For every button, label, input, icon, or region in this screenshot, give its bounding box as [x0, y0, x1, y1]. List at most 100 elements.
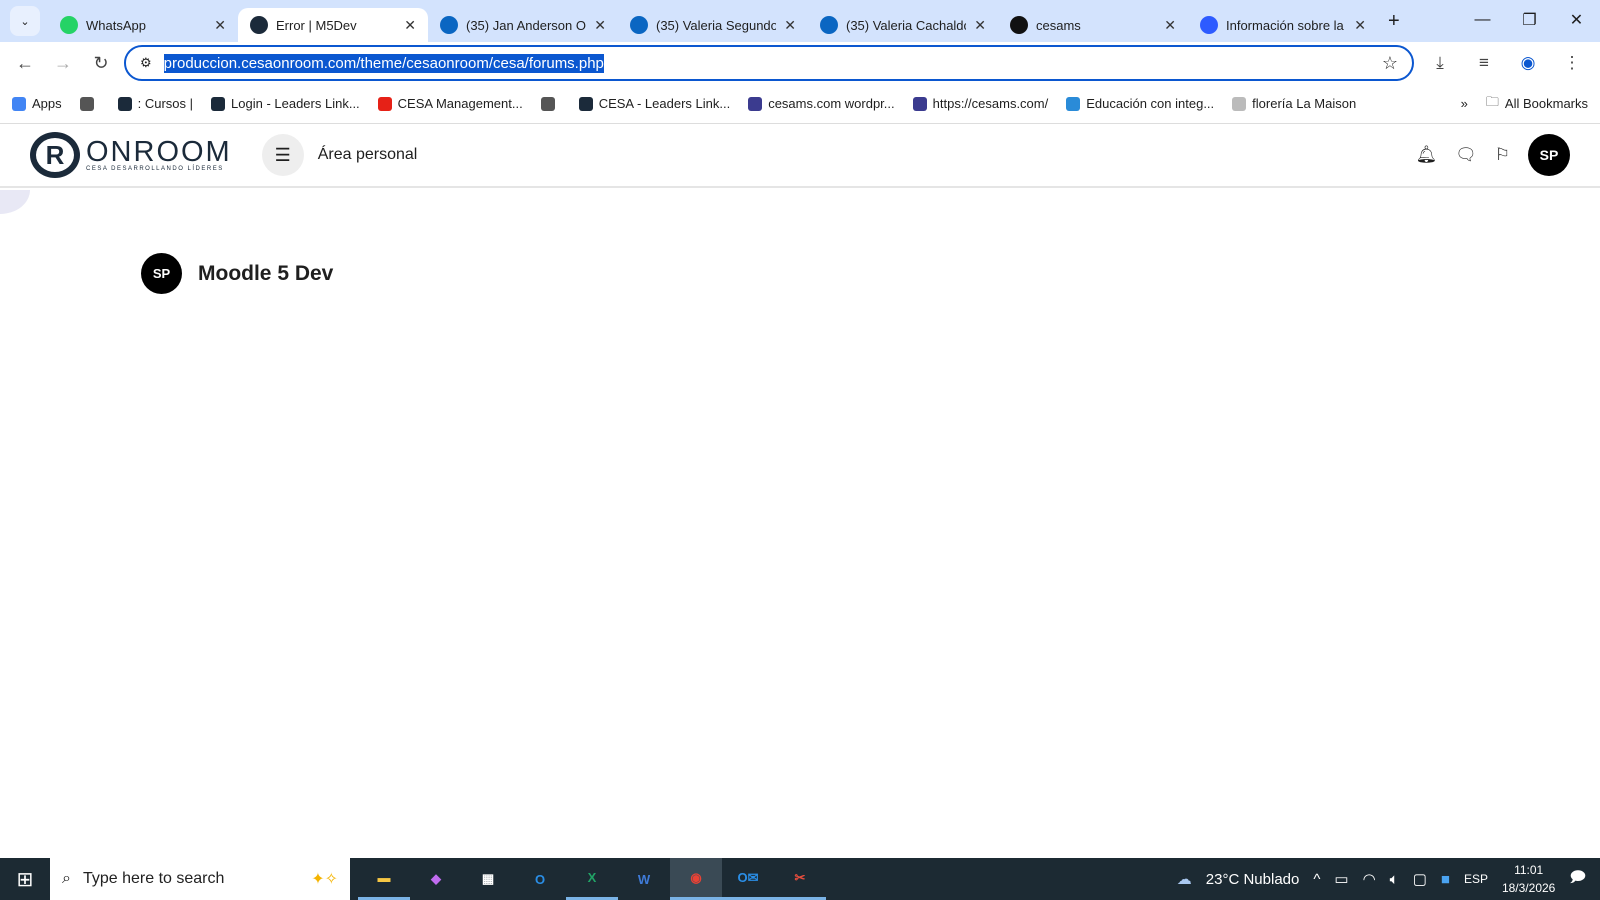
folder-icon: 🗀	[1485, 93, 1499, 109]
tab-6[interactable]: Información sobre la ✕	[1188, 8, 1378, 42]
bookmark-item[interactable]: Educación con integ...	[1066, 96, 1214, 111]
bookmark-label: CESA - Leaders Link...	[598, 96, 731, 111]
media-control-icon[interactable]: ≡	[1466, 53, 1502, 73]
bookmark-item[interactable]: CESA - Leaders Link...	[578, 96, 731, 111]
address-bar[interactable]: ⚙ produccion.cesaonroom.com/theme/cesaon…	[124, 45, 1414, 81]
volume-icon[interactable]: 🔈︎	[1390, 871, 1399, 888]
bookmark-label: florería La Maison	[1252, 96, 1357, 111]
close-tab-icon[interactable]: ✕	[214, 17, 226, 34]
back-button[interactable]: ←	[10, 53, 40, 74]
onroom-icon	[250, 16, 268, 34]
windows-start-icon[interactable]: ⊞	[0, 867, 50, 892]
weather-text[interactable]: 23°C Nublado	[1206, 871, 1300, 888]
tab-title: cesams	[1036, 17, 1081, 33]
bookmark-item[interactable]	[540, 96, 561, 111]
tab-search-button[interactable]: ⌄	[10, 6, 40, 36]
onroom-logo[interactable]: R ONROOM CESA DESARROLLANDO LÍDERES	[30, 132, 232, 178]
clock[interactable]: 11:01 18/3/2026	[1502, 861, 1555, 897]
menu-icon[interactable]: ⋮	[1554, 53, 1590, 73]
avatar: SP	[141, 253, 182, 294]
close-tab-icon[interactable]: ✕	[1354, 17, 1366, 34]
tab-0[interactable]: WhatsApp ✕	[48, 8, 238, 42]
word-icon[interactable]: W	[618, 858, 670, 900]
tab-title: (35) Valeria Cachaldo	[846, 17, 967, 33]
new-tab-button[interactable]: +	[1388, 10, 1400, 33]
bookmark-item[interactable]: cesams.com wordpr...	[748, 96, 895, 111]
bookmark-item[interactable]: https://cesams.com/	[912, 96, 1048, 111]
linkedin-icon	[820, 16, 838, 34]
excel-icon[interactable]: X	[566, 858, 618, 900]
icloud-icon[interactable]: ■	[1441, 871, 1450, 888]
bookmark-star-icon[interactable]: ☆	[1382, 53, 1398, 74]
cloud-weather-icon: ☁	[1176, 871, 1192, 888]
bookmark-favicon-icon	[117, 96, 132, 111]
bookmark-favicon-icon	[540, 96, 555, 111]
tab-2[interactable]: (35) Jan Anderson Oc ✕	[428, 8, 618, 42]
camera-icon[interactable]: ▢	[1413, 870, 1427, 888]
bookmark-label: cesams.com wordpr...	[768, 96, 895, 111]
file-explorer-icon[interactable]: ▬	[358, 858, 410, 900]
outlook-icon[interactable]: O	[514, 858, 566, 900]
site-settings-icon[interactable]: ⚙	[140, 55, 152, 71]
tab-strip: ⌄ WhatsApp ✕ Error | M5Dev ✕ (35) Jan Anders…	[0, 0, 1600, 42]
chrome-icon[interactable]: ◉	[670, 858, 722, 900]
tab-3[interactable]: (35) Valeria Segundo ✕	[618, 8, 808, 42]
tab-title: Información sobre la	[1226, 17, 1344, 33]
drawer-toggle-button[interactable]: ☰	[261, 134, 304, 176]
user-avatar[interactable]: SP	[1528, 134, 1570, 176]
bookmark-item[interactable]	[79, 96, 100, 111]
tab-1[interactable]: Error | M5Dev ✕	[238, 8, 428, 42]
close-window-button[interactable]: ✕	[1553, 0, 1600, 40]
bookmark-favicon-icon	[1232, 96, 1247, 111]
tab-title: WhatsApp	[86, 17, 146, 33]
close-tab-icon[interactable]: ✕	[404, 17, 416, 34]
download-icon[interactable]: ⤓	[1422, 53, 1458, 73]
language-indicator[interactable]: ESP	[1464, 872, 1488, 886]
profile-icon[interactable]: ◉	[1510, 53, 1546, 73]
battery-icon[interactable]: ▭	[1334, 870, 1348, 888]
more-bookmarks-icon[interactable]: »	[1461, 96, 1468, 111]
bookmark-favicon-icon	[12, 96, 26, 111]
close-tab-icon[interactable]: ✕	[784, 17, 796, 34]
all-bookmarks[interactable]: 🗀 All Bookmarks	[1486, 93, 1588, 115]
url-text[interactable]: produccion.cesaonroom.com/theme/cesaonro…	[163, 53, 604, 73]
copilot-sparkle-icon: ✦✧	[311, 871, 338, 888]
bookmark-label: Apps	[32, 96, 62, 111]
taskbar-search[interactable]: ⌕ Type here to search ✦✧	[50, 858, 350, 900]
search-icon: ⌕	[62, 870, 71, 887]
notifications-bell-icon[interactable]: 🔔︎	[1416, 145, 1438, 165]
store-icon[interactable]: ▦	[462, 858, 514, 900]
bookmark-item[interactable]: CESA Management...	[377, 96, 523, 111]
bookmark-label: Login - Leaders Link...	[231, 96, 360, 111]
tab-5[interactable]: cesams ✕	[998, 8, 1188, 42]
notification-center-icon[interactable]: 🗩	[1569, 867, 1586, 892]
outlook-new-icon[interactable]: O✉	[722, 858, 774, 900]
linkedin-icon	[630, 16, 648, 34]
flag-icon[interactable]: ⚐	[1495, 145, 1510, 165]
copilot-icon[interactable]: ◆	[410, 858, 462, 900]
bookmark-item[interactable]: Login - Leaders Link...	[211, 96, 360, 111]
snipping-tool-icon[interactable]: ✂	[774, 858, 826, 900]
user-heading: SP Moodle 5 Dev	[141, 253, 333, 294]
tab-title: Error | M5Dev	[276, 17, 357, 33]
bookmark-item[interactable]: : Cursos |	[117, 96, 193, 111]
bookmark-favicon-icon	[79, 96, 94, 111]
bookmark-favicon-icon	[578, 96, 593, 111]
wifi-icon[interactable]: ◠	[1363, 870, 1376, 888]
tab-4[interactable]: (35) Valeria Cachaldo ✕	[808, 8, 998, 42]
bookmark-item[interactable]: florería La Maison	[1232, 96, 1356, 111]
messages-icon[interactable]: 🗨	[1455, 145, 1477, 165]
close-tab-icon[interactable]: ✕	[594, 17, 606, 34]
moodle-header: R ONROOM CESA DESARROLLANDO LÍDERES ☰ Áre…	[0, 124, 1600, 188]
browser-toolbar: ← → ↻ ⚙ produccion.cesaonroom.com/theme/…	[0, 42, 1600, 84]
forward-button[interactable]: →	[48, 53, 78, 74]
chevron-up-icon[interactable]: ^	[1313, 871, 1320, 888]
zoom-icon	[1200, 16, 1218, 34]
bookmark-item[interactable]: Apps	[12, 96, 62, 111]
tab-title: (35) Jan Anderson Oc	[466, 17, 587, 33]
reload-button[interactable]: ↻	[86, 53, 116, 74]
restore-button[interactable]: ❐	[1506, 0, 1553, 40]
minimize-button[interactable]: —	[1459, 0, 1506, 40]
close-tab-icon[interactable]: ✕	[1164, 17, 1176, 34]
close-tab-icon[interactable]: ✕	[974, 17, 986, 34]
